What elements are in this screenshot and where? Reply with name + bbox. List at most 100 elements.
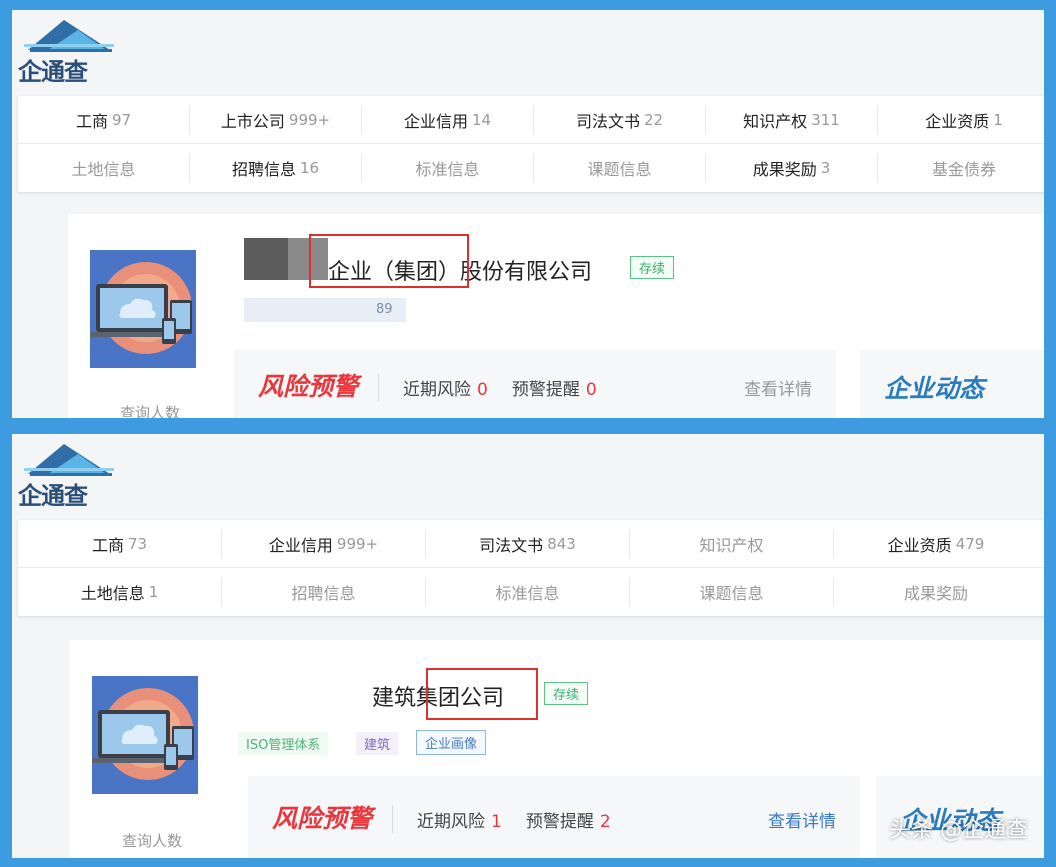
tab-row-2: 土地信息 1 招聘信息 标准信息 课题信息 成果奖励: [18, 568, 1044, 616]
tab-item[interactable]: 招聘信息 16: [190, 154, 362, 182]
company-dynamics-panel[interactable]: 企业动态: [860, 350, 1044, 418]
tab-item[interactable]: 标准信息: [426, 578, 630, 606]
logo-mark-icon: [24, 444, 114, 476]
tab-label: 司法文书: [479, 535, 544, 555]
tab-label: 课题信息: [587, 160, 652, 179]
recent-risk-count: 1: [491, 811, 502, 832]
tab-item[interactable]: 上市公司 999+: [190, 105, 362, 134]
tab-count: 14: [471, 110, 492, 129]
tab-item[interactable]: 工商 73: [18, 529, 222, 558]
recent-risk-label: 近期风险: [403, 379, 472, 400]
highlight-box: [426, 668, 538, 720]
tab-item[interactable]: 土地信息: [18, 154, 190, 182]
tab-label: 企业信用: [403, 111, 468, 131]
tab-item[interactable]: 企业资质 1: [878, 106, 1044, 134]
tab-count: 999+: [336, 534, 379, 553]
risk-warning-title: 风险预警: [248, 805, 394, 833]
warning-reminder-label: 预警提醒: [511, 379, 580, 400]
logo[interactable]: 企通查: [18, 442, 118, 510]
tab-count: 3: [820, 159, 831, 177]
tab-label: 基金债券: [931, 160, 996, 179]
tab-item[interactable]: 企业信用 14: [362, 105, 534, 134]
risk-warning-title: 风险预警: [234, 373, 380, 401]
query-count-label: 查询人数: [122, 832, 183, 850]
sub-line: 89: [376, 302, 393, 317]
tab-label: 知识产权: [699, 535, 764, 555]
tab-label: 标准信息: [495, 584, 560, 603]
tab-label: 标准信息: [415, 160, 480, 179]
logo-mark-icon: [24, 20, 114, 52]
highlight-box: [309, 234, 469, 288]
tab-row-2: 土地信息 招聘信息 16 标准信息 课题信息 成果奖励 3 基金债券: [18, 144, 1044, 192]
recent-risk[interactable]: 近期风险 0: [403, 375, 488, 400]
tab-item[interactable]: 招聘信息: [222, 578, 426, 606]
tab-item[interactable]: 知识产权: [630, 529, 834, 558]
devices-illustration-icon: [90, 250, 196, 368]
tab-count: 97: [111, 110, 132, 129]
warning-reminder-label: 预警提醒: [525, 811, 594, 832]
warning-reminder[interactable]: 预警提醒 2: [526, 807, 611, 832]
tab-item[interactable]: 企业信用 999+: [222, 529, 426, 558]
tab-label: 课题信息: [699, 584, 764, 603]
screenshot-bottom: 企通查 工商 73 企业信用 999+ 司法文书 843 知识产权 企业资质 479 土地信息 1…: [12, 434, 1044, 858]
logo-text: 企通查: [18, 482, 88, 510]
tag-construction[interactable]: 建筑: [356, 732, 399, 755]
tab-label: 工商: [91, 535, 124, 555]
tab-count: 73: [127, 534, 148, 553]
query-count-label: 查询人数: [120, 404, 181, 418]
tag-company-portrait[interactable]: 企业画像: [416, 730, 487, 755]
category-tabs: 工商 97 上市公司 999+ 企业信用 14 司法文书 22 知识产权 311 企业资质 1 土地信…: [18, 96, 1044, 192]
tab-label: 企业资质: [925, 111, 990, 131]
tab-item[interactable]: 成果奖励: [834, 578, 1038, 606]
tab-label: 企业资质: [887, 535, 952, 555]
view-details-link[interactable]: 查看详情: [768, 807, 836, 832]
tab-count: 16: [299, 159, 320, 177]
category-tabs: 工商 73 企业信用 999+ 司法文书 843 知识产权 企业资质 479 土地信息 1 招聘信息…: [18, 520, 1044, 616]
tab-row-1: 工商 97 上市公司 999+ 企业信用 14 司法文书 22 知识产权 311 企业资质 1: [18, 96, 1044, 144]
risk-warning-panel: 风险预警 近期风险 1 预警提醒 2 查看详情: [248, 776, 860, 858]
tab-item[interactable]: 司法文书 22: [534, 105, 706, 134]
tab-label: 成果奖励: [752, 160, 817, 179]
view-details-link[interactable]: 查看详情: [744, 375, 812, 400]
tab-count: 999+: [288, 110, 331, 129]
company-card: 查询人数 企业（集团）股份有限公司 存续 89 风险预警 近期风险 0 预警提醒 0…: [68, 214, 1044, 418]
warning-reminder[interactable]: 预警提醒 0: [512, 375, 597, 400]
tab-item[interactable]: 课题信息: [534, 154, 706, 182]
watermark: 头条 @企通查: [889, 818, 1028, 843]
warning-reminder-count: 2: [599, 811, 611, 832]
recent-risk-count: 0: [477, 379, 488, 400]
tab-item[interactable]: 工商 97: [18, 105, 190, 134]
tab-label: 知识产权: [743, 111, 808, 131]
recent-risk[interactable]: 近期风险 1: [417, 807, 502, 832]
tab-count: 479: [955, 534, 985, 553]
tab-count: 311: [811, 110, 840, 129]
tab-item[interactable]: 成果奖励 3: [706, 154, 878, 182]
tab-count: 843: [547, 534, 576, 553]
warning-reminder-count: 0: [585, 379, 597, 400]
tab-label: 成果奖励: [903, 584, 968, 603]
tab-label: 土地信息: [80, 584, 145, 603]
tab-label: 招聘信息: [231, 160, 296, 179]
tab-row-1: 工商 73 企业信用 999+ 司法文书 843 知识产权 企业资质 479: [18, 520, 1044, 568]
tab-item[interactable]: 标准信息: [362, 154, 534, 182]
tab-label: 招聘信息: [291, 584, 356, 603]
tab-count: 1: [993, 110, 1003, 129]
tab-label: 司法文书: [575, 111, 640, 131]
tab-count: 22: [643, 110, 664, 129]
tab-item[interactable]: 基金债券: [878, 154, 1044, 182]
tab-label: 上市公司: [220, 111, 285, 131]
risk-warning-panel: 风险预警 近期风险 0 预警提醒 0 查看详情: [234, 350, 836, 418]
logo[interactable]: 企通查: [18, 18, 118, 86]
devices-illustration-icon: [92, 676, 198, 794]
tag-iso[interactable]: ISO管理体系: [238, 732, 329, 755]
tab-item[interactable]: 司法文书 843: [426, 529, 630, 558]
tab-item[interactable]: 知识产权 311: [706, 105, 878, 134]
status-badge: 存续: [630, 256, 675, 279]
tab-item[interactable]: 土地信息 1: [18, 578, 222, 606]
tab-count: 1: [148, 583, 159, 601]
tab-item[interactable]: 课题信息: [630, 578, 834, 606]
tab-label: 土地信息: [71, 160, 136, 179]
recent-risk-label: 近期风险: [417, 811, 486, 832]
tab-item[interactable]: 企业资质 479: [834, 530, 1038, 558]
company-avatar: [90, 250, 196, 368]
